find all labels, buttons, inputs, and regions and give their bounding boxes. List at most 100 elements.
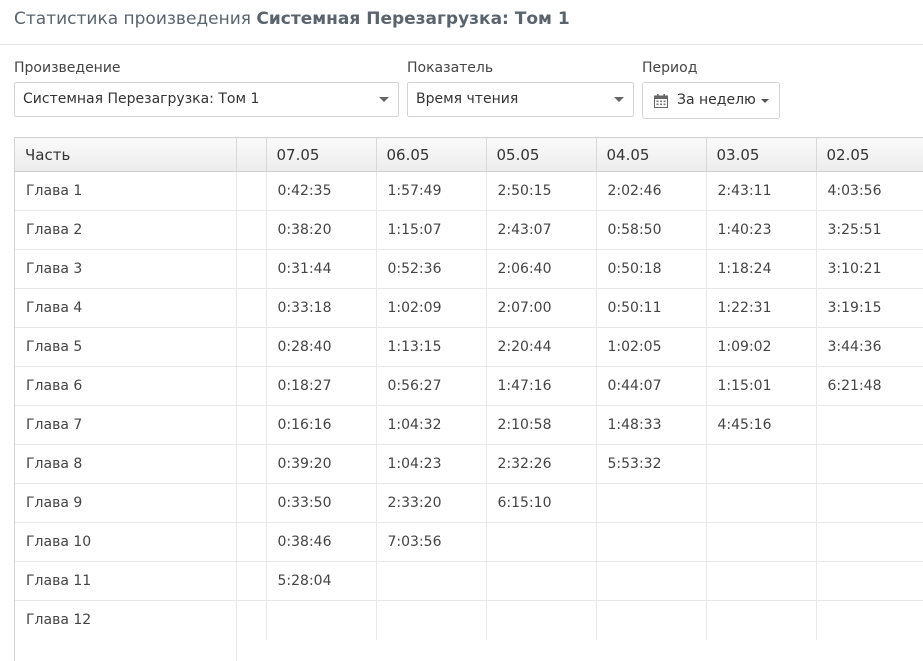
column-header-date[interactable]: 02.05 (816, 137, 923, 172)
reading-time-cell (706, 600, 817, 640)
reading-time-cell: 1:40:23 (706, 210, 817, 250)
reading-time-cell: 0:28:40 (266, 327, 377, 367)
table-row: Глава 2 0:38:20 1:15:07 2:43:07 0:58:50 1:40:… (15, 210, 923, 250)
reading-time-cell: 0:39:20 (266, 444, 377, 484)
spacer-cell (236, 522, 267, 562)
work-label: Произведение (14, 60, 121, 76)
spacer-cell (236, 288, 267, 328)
reading-time-cell: 6:15:10 (486, 483, 597, 523)
reading-time-cell: 1:18:24 (706, 249, 817, 289)
table-row: Глава 9 0:33:50 2:33:20 6:15:10 (15, 483, 923, 523)
reading-time-cell: 0:52:36 (376, 249, 487, 289)
column-header-date[interactable]: 07.05 (266, 137, 377, 172)
column-divider (236, 636, 237, 661)
reading-time-cell (816, 561, 923, 601)
reading-time-cell: 1:22:31 (706, 288, 817, 328)
reading-time-cell (816, 522, 923, 562)
reading-time-cell: 3:44:36 (816, 327, 923, 367)
reading-time-cell (816, 600, 923, 640)
column-header-spacer (236, 137, 267, 172)
chapter-name-cell: Глава 9 (15, 483, 237, 523)
reading-time-cell: 4:03:56 (816, 171, 923, 211)
spacer-cell (236, 483, 267, 523)
table-row: Глава 7 0:16:16 1:04:32 2:10:58 1:48:33 4:45:… (15, 405, 923, 445)
chapter-name-cell: Глава 8 (15, 444, 237, 484)
work-select-value: Системная Перезагрузка: Том 1 (23, 91, 260, 107)
chapter-name-cell: Глава 3 (15, 249, 237, 289)
table-row: Глава 4 0:33:18 1:02:09 2:07:00 0:50:11 1:22:… (15, 288, 923, 328)
reading-time-cell: 0:56:27 (376, 366, 487, 406)
reading-time-cell: 2:32:26 (486, 444, 597, 484)
reading-time-cell: 5:28:04 (266, 561, 377, 601)
period-value: За неделю (677, 92, 756, 108)
reading-time-cell: 2:43:11 (706, 171, 817, 211)
reading-time-cell (706, 561, 817, 601)
reading-time-cell: 0:31:44 (266, 249, 377, 289)
table-row: Глава 1 0:42:35 1:57:49 2:50:15 2:02:46 2:43:… (15, 171, 923, 211)
chapter-name-cell: Глава 12 (15, 600, 237, 640)
reading-time-cell: 0:33:18 (266, 288, 377, 328)
table-header-row: Часть 07.05 06.05 05.05 04.05 03.05 02.05 (15, 137, 923, 172)
page-title-prefix: Статистика произведения (14, 9, 257, 29)
reading-time-cell: 2:20:44 (486, 327, 597, 367)
reading-time-cell: 0:50:18 (596, 249, 707, 289)
spacer-cell (236, 171, 267, 211)
reading-time-cell: 7:03:56 (376, 522, 487, 562)
reading-time-cell: 1:02:09 (376, 288, 487, 328)
reading-time-cell: 1:15:01 (706, 366, 817, 406)
column-header-date[interactable]: 05.05 (486, 137, 597, 172)
chapter-name-cell: Глава 1 (15, 171, 237, 211)
spacer-cell (236, 210, 267, 250)
chevron-down-icon (379, 97, 389, 102)
work-select[interactable]: Системная Перезагрузка: Том 1 (14, 82, 399, 117)
reading-time-cell (596, 600, 707, 640)
chapter-name-cell: Глава 6 (15, 366, 237, 406)
spacer-cell (236, 327, 267, 367)
reading-time-cell: 5:53:32 (596, 444, 707, 484)
stats-table: Часть 07.05 06.05 05.05 04.05 03.05 02.05 Глав… (14, 137, 923, 661)
metric-select-value: Время чтения (416, 91, 519, 107)
spacer-cell (236, 366, 267, 406)
table-row: Глава 12 (15, 600, 923, 640)
reading-time-cell: 0:58:50 (596, 210, 707, 250)
reading-time-cell (816, 483, 923, 523)
table-row: Глава 11 5:28:04 (15, 561, 923, 601)
column-header-date[interactable]: 04.05 (596, 137, 707, 172)
reading-time-cell: 0:16:16 (266, 405, 377, 445)
chapter-name-cell: Глава 11 (15, 561, 237, 601)
reading-time-cell: 0:42:35 (266, 171, 377, 211)
calendar-icon (654, 94, 668, 108)
spacer-cell (236, 600, 267, 640)
reading-time-cell: 2:10:58 (486, 405, 597, 445)
caret-down-icon (761, 99, 769, 103)
reading-time-cell (376, 561, 487, 601)
reading-time-cell: 0:38:46 (266, 522, 377, 562)
period-label: Период (642, 60, 698, 76)
reading-time-cell (486, 522, 597, 562)
reading-time-cell: 4:45:16 (706, 405, 817, 445)
page-title-work: Системная Перезагрузка: Том 1 (256, 9, 570, 29)
table-row: Глава 5 0:28:40 1:13:15 2:20:44 1:02:05 1:09:… (15, 327, 923, 367)
reading-time-cell: 0:18:27 (266, 366, 377, 406)
reading-time-cell: 0:38:20 (266, 210, 377, 250)
reading-time-cell (706, 444, 817, 484)
title-divider (0, 44, 923, 45)
reading-time-cell (816, 444, 923, 484)
reading-time-cell: 2:02:46 (596, 171, 707, 211)
reading-time-cell: 1:02:05 (596, 327, 707, 367)
reading-time-cell (266, 600, 377, 640)
reading-time-cell: 1:47:16 (486, 366, 597, 406)
column-header-part[interactable]: Часть (15, 137, 237, 172)
chapter-name-cell: Глава 5 (15, 327, 237, 367)
chapter-name-cell: Глава 4 (15, 288, 237, 328)
column-header-date[interactable]: 06.05 (376, 137, 487, 172)
reading-time-cell (816, 405, 923, 445)
reading-time-cell: 3:25:51 (816, 210, 923, 250)
period-dropdown-button[interactable]: За неделю (642, 82, 780, 119)
metric-select[interactable]: Время чтения (407, 82, 634, 117)
reading-time-cell (486, 600, 597, 640)
reading-time-cell: 3:10:21 (816, 249, 923, 289)
column-header-date[interactable]: 03.05 (706, 137, 817, 172)
reading-time-cell: 2:50:15 (486, 171, 597, 211)
reading-time-cell: 1:15:07 (376, 210, 487, 250)
